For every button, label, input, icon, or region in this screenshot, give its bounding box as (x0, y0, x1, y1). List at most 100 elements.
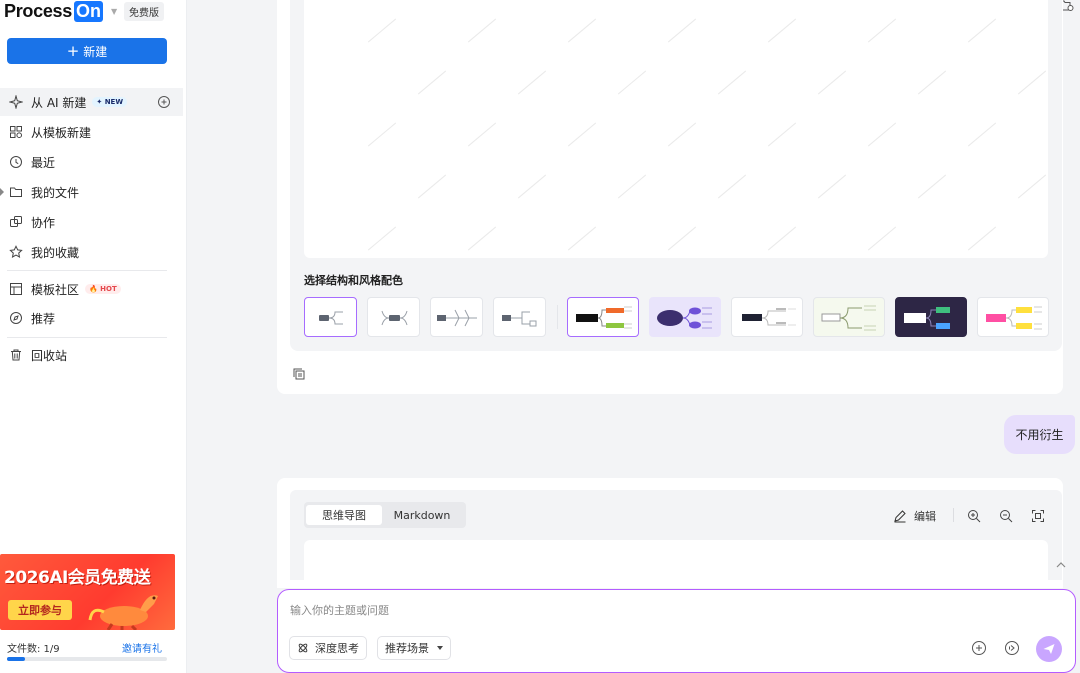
hot-badge: 🔥 HOT (85, 284, 121, 294)
copy-icon[interactable] (292, 367, 306, 381)
promo-join-button[interactable]: 立即参与 (8, 600, 72, 620)
theme-option-dark-minimal[interactable] (731, 297, 803, 337)
sidebar-item-recommend[interactable]: 推荐 (0, 304, 183, 332)
watermark-mark (367, 226, 397, 251)
watermark-mark (717, 174, 747, 199)
scene-dropdown[interactable]: 推荐场景 (377, 636, 451, 660)
sidebar-item-trash[interactable]: 回收站 (0, 341, 183, 369)
sidebar-item-template-community[interactable]: 模板社区 🔥 HOT (0, 275, 183, 303)
watermark-mark (367, 122, 397, 147)
send-icon (1043, 644, 1055, 654)
theme-option-orange-green[interactable] (567, 297, 639, 337)
promo-banner[interactable]: 2026AI会员免费送 立即参与 (0, 554, 175, 630)
prompt-input-box[interactable] (277, 589, 1076, 673)
watermark-mark (667, 122, 697, 147)
watermark-mark (767, 226, 797, 251)
sidebar-item-label: 最近 (31, 155, 56, 170)
structure-option-timeline[interactable] (493, 297, 546, 337)
sidebar-item-label: 我的文件 (31, 185, 80, 200)
watermark-mark (767, 18, 797, 43)
sidebar-item-collab[interactable]: 协作 (0, 208, 183, 236)
horse-illustration-icon (88, 595, 158, 630)
trash-icon (9, 348, 23, 362)
watermark-mark (1017, 174, 1047, 199)
sidebar-item-label: 从模板新建 (31, 125, 92, 140)
pencil-icon (894, 510, 906, 523)
template-icon (9, 125, 23, 139)
send-button[interactable] (1036, 636, 1062, 662)
watermark-mark (867, 226, 897, 251)
logo-word: Process (4, 0, 72, 21)
zoom-out-button[interactable] (999, 508, 1013, 524)
watermark-mark (967, 18, 997, 43)
scene-dropdown-label: 推荐场景 (385, 642, 429, 655)
structure-option-mindmap[interactable] (367, 297, 420, 337)
zoom-in-button[interactable] (967, 508, 981, 524)
compass-icon (9, 311, 23, 325)
atom-icon (298, 643, 308, 653)
promo-title: 2026AI会员免费送 (4, 568, 151, 588)
zoom-in-icon (968, 510, 981, 523)
chevron-up-icon[interactable] (1055, 559, 1067, 571)
structure-option-fishbone[interactable] (430, 297, 483, 337)
sidebar-item-my-files[interactable]: 我的文件 (0, 178, 183, 206)
edit-button[interactable]: 编辑 (893, 508, 936, 524)
toolbar-divider (953, 508, 954, 522)
caret-down-icon[interactable]: ▼ (111, 7, 117, 16)
sidebar-item-label: 推荐 (31, 311, 56, 326)
watermark-mark (717, 70, 747, 95)
invite-link[interactable]: 邀请有礼 (122, 640, 162, 655)
new-button-label: 新建 (83, 44, 108, 59)
watermark-mark (567, 226, 597, 251)
user-message-bubble: 不用衍生 (1004, 415, 1075, 454)
logo-on: On (73, 0, 103, 22)
sidebar-item-label: 模板社区 (31, 282, 80, 297)
structure-option-logic-right[interactable] (304, 297, 357, 337)
style-section-title: 选择结构和风格配色 (304, 274, 403, 287)
watermark-mark (467, 226, 497, 251)
theme-option-purple[interactable] (649, 297, 721, 337)
watermark-mark (967, 122, 997, 147)
sidebar-item-recent[interactable]: 最近 (0, 148, 183, 176)
tab-mindmap[interactable]: 思维导图 (306, 505, 382, 525)
mindmap-preview[interactable] (304, 0, 1048, 258)
voice-icon[interactable] (1004, 640, 1020, 656)
sidebar-item-template-new[interactable]: 从模板新建 (0, 118, 183, 146)
prompt-input-placeholder[interactable]: 输入你的主题或问题 (290, 602, 389, 618)
new-button[interactable]: + 新建 (7, 38, 167, 64)
sidebar-item-ai-new[interactable]: 从 AI 新建 ✦ NEW (0, 88, 183, 116)
edit-button-label: 编辑 (914, 510, 936, 523)
expand-arrow-icon[interactable] (0, 188, 4, 196)
tab-markdown[interactable]: Markdown (382, 505, 462, 525)
hot-badge-text: HOT (100, 285, 117, 293)
sidebar-divider (7, 270, 167, 271)
sidebar-item-label: 回收站 (31, 348, 68, 363)
add-attachment-icon[interactable] (971, 640, 987, 656)
sidebar-item-label: 从 AI 新建 (31, 95, 87, 110)
watermark-mark (867, 18, 897, 43)
theme-option-light-green[interactable] (813, 297, 885, 337)
sidebar-item-label: 协作 (31, 215, 56, 230)
fit-screen-button[interactable] (1031, 508, 1045, 524)
add-circle-icon[interactable] (157, 95, 171, 109)
watermark-mark (417, 70, 447, 95)
folder-icon (9, 185, 23, 199)
watermark-mark (617, 174, 647, 199)
theme-option-night[interactable] (895, 297, 967, 337)
sidebar-item-favorites[interactable]: 我的收藏 (0, 238, 183, 266)
clock-icon (9, 155, 23, 169)
file-quota-fill (7, 657, 25, 661)
mindmap-canvas[interactable] (304, 540, 1048, 580)
tab-markdown-label: Markdown (393, 508, 451, 522)
sidebar: Process On ▼ 免费版 + 新建 从 AI 新建 ✦ NEW 从模板新… (0, 0, 187, 673)
deep-think-toggle[interactable]: 深度思考 (289, 636, 367, 660)
processon-logo[interactable]: Process On ▼ (4, 0, 117, 22)
collab-icon (9, 215, 23, 229)
watermark-mark (817, 174, 847, 199)
watermark-mark (767, 122, 797, 147)
watermark-mark (667, 18, 697, 43)
watermark-mark (417, 174, 447, 199)
watermark-mark (967, 226, 997, 251)
theme-option-yellow-pink[interactable] (977, 297, 1049, 337)
star-icon (9, 245, 23, 259)
